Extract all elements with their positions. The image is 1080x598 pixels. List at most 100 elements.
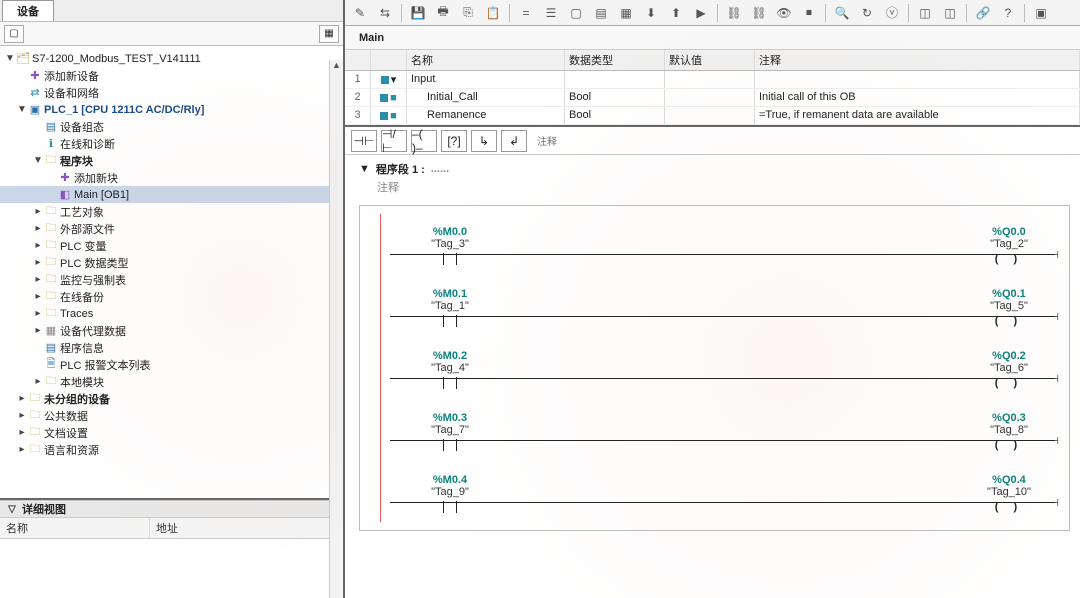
no-contact-icon: [420, 316, 480, 326]
tree-plc[interactable]: ▼▣PLC_1 [CPU 1211C AC/DC/Rly]: [0, 101, 343, 118]
contact[interactable]: %M0.1 "Tag_1": [420, 288, 480, 326]
tab-device[interactable]: 设备: [2, 0, 54, 21]
contact[interactable]: %M0.2 "Tag_4": [420, 350, 480, 388]
project-tree[interactable]: ▼🗂S7-1200_Modbus_TEST_V141111 ✚添加新设备 ⇄设备…: [0, 46, 343, 500]
tool-repeat-icon[interactable]: ↻: [856, 3, 878, 23]
coil[interactable]: %Q0.2 "Tag_6" ( ): [979, 350, 1039, 388]
no-contact-icon: [420, 440, 480, 450]
tree-program-info[interactable]: ▤程序信息: [0, 339, 343, 356]
tool-block1-icon[interactable]: ◫: [914, 3, 936, 23]
left-tabbar: 设备: [0, 0, 343, 22]
tool-download-icon[interactable]: ⬇: [640, 3, 662, 23]
contact[interactable]: %M0.0 "Tag_3": [420, 226, 480, 264]
left-scrollbar[interactable]: ▲: [329, 60, 343, 598]
tool-grid1-icon[interactable]: ▤: [590, 3, 612, 23]
tool-upload-icon[interactable]: ⬆: [665, 3, 687, 23]
rung[interactable]: %M0.2 "Tag_4" %Q0.2 "Tag_6" ( ) ⊣: [390, 340, 1059, 402]
rung[interactable]: %M0.3 "Tag_7" %Q0.3 "Tag_8" ( ) ⊣: [390, 402, 1059, 464]
param-icon: [380, 94, 388, 102]
lad-element-toolbar: ⊣⊢ ⊣/⊢ –( )– [?] ↳ ↲ 注释: [345, 127, 1080, 155]
iface-row[interactable]: 2 ■ Initial_Call Bool Initial call of th…: [345, 89, 1080, 107]
coil[interactable]: %Q0.3 "Tag_8" ( ): [979, 412, 1039, 450]
tree-plc-tags[interactable]: ▸🗀PLC 变量: [0, 237, 343, 254]
tree-device-config[interactable]: ▤设备组态: [0, 118, 343, 135]
tree-add-block[interactable]: ✚添加新块: [0, 169, 343, 186]
tree-ungrouped[interactable]: ▸🗀未分组的设备: [0, 390, 343, 407]
rung-end-icon: ⊣: [1050, 250, 1059, 261]
rung[interactable]: %M0.4 "Tag_9" %Q0.4 "Tag_10" ( ) ⊣: [390, 464, 1059, 526]
lad-no-contact-icon[interactable]: ⊣⊢: [351, 130, 377, 152]
rung[interactable]: %M0.1 "Tag_1" %Q0.1 "Tag_5" ( ) ⊣: [390, 278, 1059, 340]
network-comment[interactable]: 注释: [359, 177, 1070, 205]
tree-main-ob1[interactable]: ◧Main [OB1]: [0, 186, 343, 203]
tool-paste-icon[interactable]: 📋: [482, 3, 504, 23]
new-device-btn[interactable]: ▢: [4, 25, 24, 43]
tool-grid2-icon[interactable]: ▦: [615, 3, 637, 23]
lad-box-icon[interactable]: [?]: [441, 130, 467, 152]
tool-vars-icon[interactable]: ⓥ: [881, 3, 903, 23]
tool-monitor-icon[interactable]: 👁: [773, 3, 795, 23]
tree-doc-settings[interactable]: ▸🗀文档设置: [0, 424, 343, 441]
tool-box-icon[interactable]: ▢: [565, 3, 587, 23]
tool-goonline-icon[interactable]: ⛓: [723, 3, 745, 23]
tree-devices-networks[interactable]: ⇄设备和网络: [0, 84, 343, 101]
coil[interactable]: %Q0.4 "Tag_10" ( ): [979, 474, 1039, 512]
lad-branch-open-icon[interactable]: ↳: [471, 130, 497, 152]
tool-search-icon[interactable]: 🔍: [831, 3, 853, 23]
detail-view-header[interactable]: ▽详细视图: [0, 500, 343, 518]
tree-program-blocks[interactable]: ▼🗀程序块: [0, 152, 343, 169]
tool-equal-icon[interactable]: =: [515, 3, 537, 23]
network-header[interactable]: ▼ 程序段 1 : ......: [359, 161, 1070, 177]
tool-stop-icon[interactable]: ⏹: [798, 3, 820, 23]
tree-external-src[interactable]: ▸🗀外部源文件: [0, 220, 343, 237]
tool-gooffline-icon[interactable]: ⛓: [748, 3, 770, 23]
lad-nc-contact-icon[interactable]: ⊣/⊢: [381, 130, 407, 152]
network-1: ▼ 程序段 1 : ...... 注释 %M0.0 "Tag_3" %Q0.0: [345, 155, 1080, 541]
tree-add-device[interactable]: ✚添加新设备: [0, 67, 343, 84]
tool-compare-icon[interactable]: ⇆: [374, 3, 396, 23]
tool-print-icon[interactable]: 🖶: [432, 3, 454, 23]
tree-proxy-data[interactable]: ▸▦设备代理数据: [0, 322, 343, 339]
lad-branch-close-icon[interactable]: ↲: [501, 130, 527, 152]
tree-watch-tables[interactable]: ▸🗀监控与强制表: [0, 271, 343, 288]
tool-help-icon[interactable]: ?: [997, 3, 1019, 23]
expand-all-btn[interactable]: ▦: [319, 25, 339, 43]
coil-icon: ( ): [979, 502, 1039, 512]
tree-online-diag[interactable]: ℹ在线和诊断: [0, 135, 343, 152]
left-toolbar: ▢ ▦: [0, 22, 343, 46]
tool-block2-icon[interactable]: ◫: [939, 3, 961, 23]
tool-rename-icon[interactable]: ✎: [349, 3, 371, 23]
tool-more-icon[interactable]: ▣: [1030, 3, 1052, 23]
tree-local-modules[interactable]: ▸🗀本地模块: [0, 373, 343, 390]
rung-end-icon: ⊣: [1050, 312, 1059, 323]
hdr-comment: 注释: [755, 50, 1080, 70]
tool-list-icon[interactable]: ☰: [540, 3, 562, 23]
tree-online-backups[interactable]: ▸🗀在线备份: [0, 288, 343, 305]
tool-save-icon[interactable]: 💾: [407, 3, 429, 23]
tree-common-data[interactable]: ▸🗀公共数据: [0, 407, 343, 424]
rung[interactable]: %M0.0 "Tag_3" %Q0.0 "Tag_2" ( ) ⊣: [390, 216, 1059, 278]
coil-icon: ( ): [979, 254, 1039, 264]
interface-table[interactable]: 名称 数据类型 默认值 注释 1 ▾ Input 2 ■ Initial_Cal…: [345, 50, 1080, 127]
tree-traces[interactable]: ▸🗀Traces: [0, 305, 343, 322]
tree-root[interactable]: ▼🗂S7-1200_Modbus_TEST_V141111: [0, 50, 343, 67]
tree-plc-types[interactable]: ▸🗀PLC 数据类型: [0, 254, 343, 271]
rung-end-icon: ⊣: [1050, 498, 1059, 509]
tool-link-icon[interactable]: 🔗: [972, 3, 994, 23]
contact[interactable]: %M0.4 "Tag_9": [420, 474, 480, 512]
iface-row[interactable]: 3 ■ Remanence Bool =True, if remanent da…: [345, 107, 1080, 125]
rung-area[interactable]: %M0.0 "Tag_3" %Q0.0 "Tag_2" ( ) ⊣ %M0.1: [359, 205, 1070, 531]
tree-alarm-text[interactable]: 🗎PLC 报警文本列表: [0, 356, 343, 373]
tree-tech-objects[interactable]: ▸🗀工艺对象: [0, 203, 343, 220]
iface-row[interactable]: 1 ▾ Input: [345, 71, 1080, 89]
param-icon: [380, 112, 388, 120]
coil[interactable]: %Q0.0 "Tag_2" ( ): [979, 226, 1039, 264]
coil[interactable]: %Q0.1 "Tag_5" ( ): [979, 288, 1039, 326]
tree-languages[interactable]: ▸🗀语言和资源: [0, 441, 343, 458]
struct-icon: [381, 76, 389, 84]
contact[interactable]: %M0.3 "Tag_7": [420, 412, 480, 450]
tool-copy-icon[interactable]: ⎘: [457, 3, 479, 23]
wire: [390, 378, 1055, 379]
lad-coil-icon[interactable]: –( )–: [411, 130, 437, 152]
tool-run-icon[interactable]: ▶: [690, 3, 712, 23]
